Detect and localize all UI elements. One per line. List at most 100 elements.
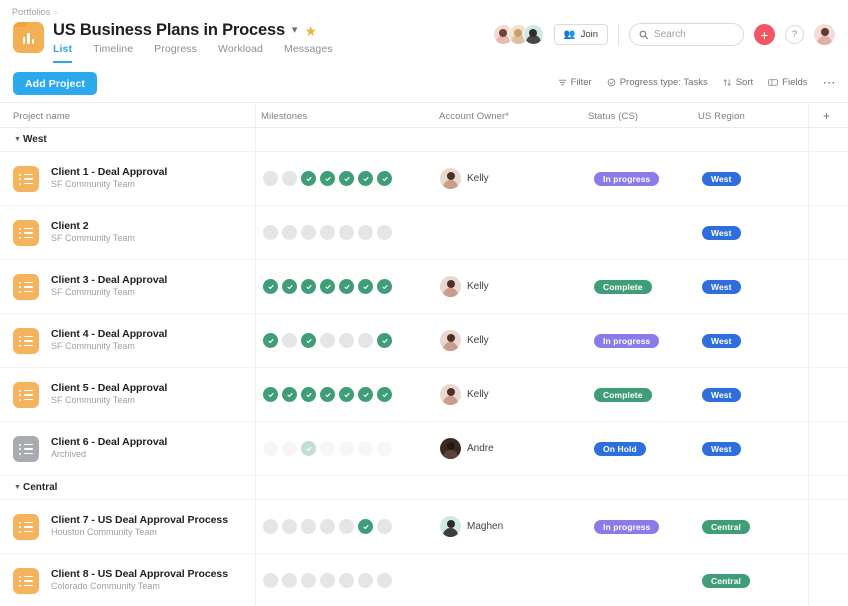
table-row[interactable]: Client 5 - Deal Approval SF Community Tea…: [0, 368, 848, 422]
table-row[interactable]: Client 2 SF Community Team West: [0, 206, 848, 260]
account-owner-cell[interactable]: Andre: [440, 422, 494, 475]
caret-down-icon[interactable]: ▼: [14, 484, 21, 491]
milestone-complete-icon[interactable]: [339, 171, 354, 186]
account-owner-cell[interactable]: Kelly: [440, 368, 489, 421]
milestone-complete-icon[interactable]: [320, 387, 335, 402]
table-row[interactable]: Client 1 - Deal Approval SF Community Tea…: [0, 152, 848, 206]
account-owner-cell[interactable]: Kelly: [440, 314, 489, 367]
milestone-incomplete-icon[interactable]: [358, 441, 373, 456]
status-badge[interactable]: On Hold: [594, 441, 646, 456]
milestone-complete-icon[interactable]: [263, 387, 278, 402]
milestone-incomplete-icon[interactable]: [358, 225, 373, 240]
ellipsis-icon[interactable]: ⋯: [823, 76, 837, 89]
milestone-complete-icon[interactable]: [301, 279, 316, 294]
column-header-status[interactable]: Status (CS): [588, 111, 638, 122]
milestone-complete-icon[interactable]: [282, 279, 297, 294]
account-owner-cell[interactable]: Kelly: [440, 260, 489, 313]
plus-icon[interactable]: +: [754, 24, 775, 45]
avatar-current-user[interactable]: [814, 24, 835, 45]
milestone-incomplete-icon[interactable]: [358, 333, 373, 348]
milestone-incomplete-icon[interactable]: [282, 441, 297, 456]
milestone-complete-icon[interactable]: [301, 441, 316, 456]
milestone-complete-icon[interactable]: [358, 519, 373, 534]
milestone-incomplete-icon[interactable]: [282, 225, 297, 240]
add-column-button[interactable]: +: [823, 109, 830, 123]
milestone-complete-icon[interactable]: [320, 171, 335, 186]
milestone-incomplete-icon[interactable]: [301, 519, 316, 534]
tab-list[interactable]: List: [53, 43, 73, 63]
account-owner-cell[interactable]: Maghen: [440, 500, 503, 553]
milestone-incomplete-icon[interactable]: [263, 573, 278, 588]
region-badge[interactable]: Central: [702, 519, 750, 534]
milestone-incomplete-icon[interactable]: [377, 519, 392, 534]
tab-timeline[interactable]: Timeline: [93, 43, 133, 63]
progress-type-button[interactable]: Progress type: Tasks: [607, 77, 708, 88]
sort-button[interactable]: Sort: [723, 77, 753, 88]
milestone-complete-icon[interactable]: [377, 279, 392, 294]
table-row[interactable]: Client 7 - US Deal Approval Process Houst…: [0, 500, 848, 554]
region-badge[interactable]: West: [702, 441, 741, 456]
milestone-incomplete-icon[interactable]: [377, 441, 392, 456]
milestone-complete-icon[interactable]: [301, 387, 316, 402]
question-mark-icon[interactable]: ?: [785, 25, 804, 44]
milestone-incomplete-icon[interactable]: [263, 171, 278, 186]
milestone-incomplete-icon[interactable]: [282, 519, 297, 534]
status-badge[interactable]: In progress: [594, 171, 660, 186]
star-icon[interactable]: ★: [304, 24, 317, 38]
status-badge[interactable]: Complete: [594, 279, 652, 294]
table-row[interactable]: Client 4 - Deal Approval SF Community Tea…: [0, 314, 848, 368]
milestone-complete-icon[interactable]: [377, 171, 392, 186]
milestone-incomplete-icon[interactable]: [339, 225, 354, 240]
milestone-incomplete-icon[interactable]: [320, 573, 335, 588]
milestone-incomplete-icon[interactable]: [377, 225, 392, 240]
tab-workload[interactable]: Workload: [218, 43, 263, 63]
region-badge[interactable]: West: [702, 333, 741, 348]
milestone-incomplete-icon[interactable]: [301, 573, 316, 588]
milestone-complete-icon[interactable]: [301, 333, 316, 348]
account-owner-cell[interactable]: Kelly: [440, 152, 489, 205]
milestone-incomplete-icon[interactable]: [358, 573, 373, 588]
milestone-incomplete-icon[interactable]: [339, 441, 354, 456]
column-header-milestones[interactable]: Milestones: [261, 111, 307, 122]
milestone-incomplete-icon[interactable]: [339, 333, 354, 348]
region-badge[interactable]: Central: [702, 573, 750, 588]
group-header-west[interactable]: ▼ West: [0, 128, 848, 152]
group-header-central[interactable]: ▼ Central: [0, 476, 848, 500]
member-avatar-stack[interactable]: [492, 24, 544, 45]
milestone-incomplete-icon[interactable]: [320, 441, 335, 456]
tab-messages[interactable]: Messages: [284, 43, 333, 63]
milestone-complete-icon[interactable]: [263, 279, 278, 294]
milestone-incomplete-icon[interactable]: [320, 225, 335, 240]
tab-progress[interactable]: Progress: [154, 43, 197, 63]
milestone-incomplete-icon[interactable]: [282, 573, 297, 588]
status-badge[interactable]: In progress: [594, 519, 660, 534]
milestone-complete-icon[interactable]: [320, 279, 335, 294]
milestone-complete-icon[interactable]: [339, 387, 354, 402]
milestone-incomplete-icon[interactable]: [339, 573, 354, 588]
search-input[interactable]: Search: [629, 23, 744, 46]
column-header-account-owner[interactable]: Account Owner*: [439, 111, 509, 122]
table-row[interactable]: Client 3 - Deal Approval SF Community Tea…: [0, 260, 848, 314]
avatar-member-3[interactable]: [522, 24, 544, 45]
join-button[interactable]: 👥 Join: [553, 24, 608, 45]
milestone-complete-icon[interactable]: [263, 333, 278, 348]
breadcrumb-portfolios-link[interactable]: Portfolios: [12, 7, 51, 17]
milestone-incomplete-icon[interactable]: [320, 519, 335, 534]
milestone-complete-icon[interactable]: [301, 171, 316, 186]
status-badge[interactable]: Complete: [594, 387, 652, 402]
milestone-complete-icon[interactable]: [339, 279, 354, 294]
column-header-project-name[interactable]: Project name: [13, 111, 70, 122]
milestone-complete-icon[interactable]: [282, 387, 297, 402]
breadcrumb[interactable]: Portfolios ›: [12, 7, 57, 17]
milestone-incomplete-icon[interactable]: [339, 519, 354, 534]
milestone-incomplete-icon[interactable]: [377, 573, 392, 588]
milestone-complete-icon[interactable]: [358, 387, 373, 402]
milestone-incomplete-icon[interactable]: [263, 225, 278, 240]
filter-button[interactable]: Filter: [558, 77, 592, 88]
milestone-complete-icon[interactable]: [358, 171, 373, 186]
milestone-incomplete-icon[interactable]: [263, 519, 278, 534]
milestone-incomplete-icon[interactable]: [282, 171, 297, 186]
add-project-button[interactable]: Add Project: [13, 72, 98, 95]
milestone-incomplete-icon[interactable]: [282, 333, 297, 348]
table-row[interactable]: Client 8 - US Deal Approval Process Color…: [0, 554, 848, 606]
